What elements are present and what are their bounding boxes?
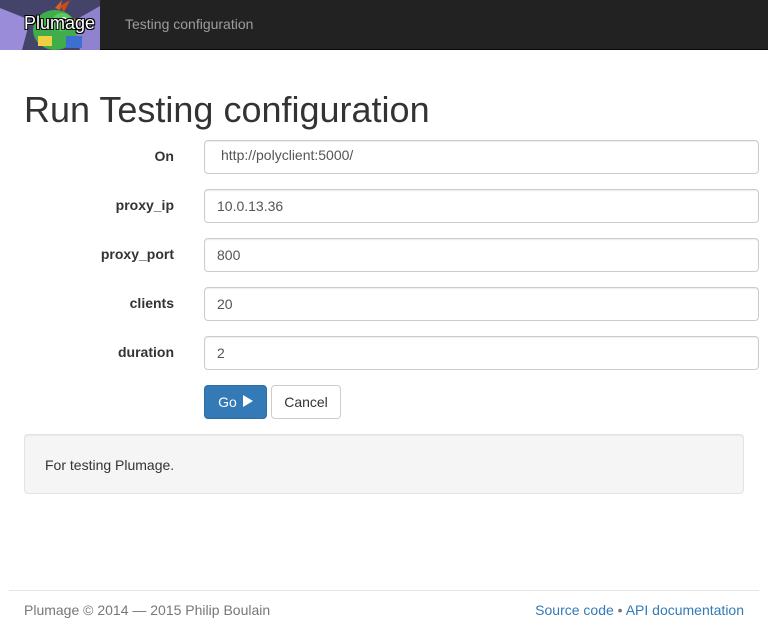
duration-label: duration bbox=[118, 344, 174, 360]
form-row-proxy-ip: proxy_ip bbox=[0, 189, 768, 223]
brand-name: Plumage bbox=[24, 13, 96, 33]
duration-input[interactable] bbox=[204, 336, 759, 370]
description-text: For testing Plumage. bbox=[45, 457, 175, 473]
on-label: On bbox=[154, 148, 174, 164]
form-row-proxy-port: proxy_port bbox=[0, 238, 768, 272]
proxy-port-label: proxy_port bbox=[100, 246, 174, 262]
cancel-button[interactable]: Cancel bbox=[271, 385, 341, 419]
source-code-link[interactable]: Source code bbox=[535, 602, 614, 618]
clients-label: clients bbox=[129, 295, 174, 311]
proxy-port-input[interactable] bbox=[204, 238, 759, 272]
nav-link-testing-configuration[interactable]: Testing configuration bbox=[125, 16, 253, 32]
proxy-ip-input[interactable] bbox=[204, 189, 759, 223]
go-button-label: Go bbox=[218, 394, 237, 410]
form-row-on: On http://polyclient:5000/ bbox=[0, 140, 768, 174]
footer-links: Source code • API documentation bbox=[535, 602, 744, 618]
footer-divider bbox=[9, 590, 759, 591]
footer-copyright: Plumage © 2014 — 2015 Philip Boulain bbox=[24, 602, 271, 618]
brand-logo[interactable]: Plumage bbox=[0, 0, 100, 50]
go-button[interactable]: Go bbox=[204, 385, 267, 419]
on-select[interactable]: http://polyclient:5000/ bbox=[204, 140, 759, 174]
play-icon bbox=[242, 394, 253, 410]
footer-separator: • bbox=[617, 602, 623, 618]
description-well: For testing Plumage. bbox=[24, 434, 744, 494]
api-documentation-link[interactable]: API documentation bbox=[626, 602, 744, 618]
form-row-clients: clients bbox=[0, 287, 768, 321]
proxy-ip-label: proxy_ip bbox=[115, 197, 174, 213]
navbar: Plumage Testing configuration bbox=[0, 0, 768, 50]
page-title: Run Testing configuration bbox=[24, 89, 430, 130]
form-row-duration: duration bbox=[0, 336, 768, 370]
clients-input[interactable] bbox=[204, 287, 759, 321]
